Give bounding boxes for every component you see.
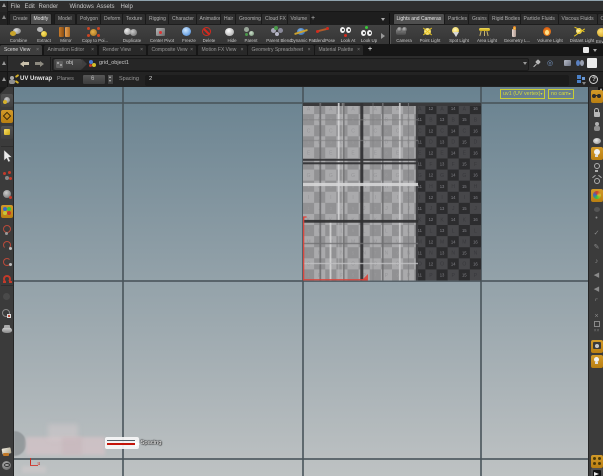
svg-text:12: 12 — [428, 106, 433, 111]
svg-text:G: G — [440, 173, 444, 179]
svg-text:I: I — [374, 195, 375, 201]
svg-text:11: 11 — [417, 117, 422, 122]
svg-text:O: O — [351, 262, 355, 268]
svg-text:16: 16 — [473, 261, 478, 266]
svg-text:C: C — [351, 129, 355, 135]
svg-text:13: 13 — [439, 206, 444, 211]
svg-text:15: 15 — [461, 250, 466, 255]
svg-text:H: H — [451, 184, 455, 190]
svg-text:D: D — [429, 140, 433, 146]
svg-text:15: 15 — [461, 206, 466, 211]
svg-text:16: 16 — [473, 173, 478, 178]
svg-text:14: 14 — [450, 195, 455, 200]
svg-text:G: G — [373, 173, 377, 179]
svg-text:D: D — [473, 140, 477, 146]
svg-text:I: I — [419, 195, 420, 201]
svg-text:14: 14 — [450, 151, 455, 156]
svg-text:15: 15 — [461, 184, 466, 189]
svg-text:I: I — [307, 195, 308, 201]
svg-text:14: 14 — [450, 217, 455, 222]
svg-text:C: C — [417, 129, 421, 135]
svg-text:I: I — [330, 195, 331, 201]
svg-text:L: L — [451, 228, 454, 234]
svg-text:16: 16 — [473, 239, 478, 244]
svg-text:O: O — [306, 262, 310, 268]
svg-text:H: H — [473, 184, 477, 190]
svg-text:N: N — [384, 251, 388, 257]
svg-text:G: G — [328, 173, 332, 179]
svg-text:12: 12 — [428, 128, 433, 133]
svg-text:12: 12 — [428, 173, 433, 178]
svg-text:16: 16 — [473, 151, 478, 156]
svg-text:12: 12 — [428, 151, 433, 156]
svg-text:11: 11 — [417, 139, 422, 144]
svg-text:C: C — [462, 129, 466, 135]
svg-text:I: I — [396, 195, 397, 201]
svg-text:O: O — [462, 262, 466, 268]
svg-text:N: N — [429, 251, 433, 257]
svg-text:O: O — [440, 262, 444, 268]
svg-text:13: 13 — [439, 184, 444, 189]
svg-text:L: L — [429, 228, 432, 234]
svg-text:I: I — [352, 195, 353, 201]
svg-text:N: N — [451, 251, 455, 257]
svg-text:H: H — [429, 184, 433, 190]
svg-text:F: F — [429, 162, 432, 168]
svg-text:16: 16 — [473, 195, 478, 200]
svg-text:G: G — [306, 173, 310, 179]
svg-text:11: 11 — [417, 162, 422, 167]
svg-text:12: 12 — [428, 261, 433, 266]
svg-text:D: D — [451, 140, 455, 146]
svg-text:13: 13 — [439, 117, 444, 122]
svg-text:15: 15 — [461, 162, 466, 167]
svg-text:15: 15 — [461, 117, 466, 122]
svg-text:15: 15 — [461, 139, 466, 144]
svg-text:I: I — [463, 195, 464, 201]
svg-text:12: 12 — [428, 217, 433, 222]
svg-text:O: O — [373, 262, 377, 268]
svg-text:13: 13 — [439, 250, 444, 255]
svg-text:11: 11 — [417, 273, 422, 278]
svg-text:13: 13 — [439, 228, 444, 233]
svg-text:M: M — [373, 239, 377, 245]
svg-text:16: 16 — [473, 128, 478, 133]
svg-text:M: M — [462, 239, 466, 245]
svg-text:13: 13 — [439, 139, 444, 144]
svg-text:L: L — [474, 228, 477, 234]
svg-text:L: L — [385, 228, 388, 234]
svg-text:11: 11 — [417, 228, 422, 233]
svg-text:M: M — [306, 239, 310, 245]
svg-text:C: C — [440, 129, 444, 135]
svg-text:F: F — [451, 162, 454, 168]
svg-text:14: 14 — [450, 239, 455, 244]
svg-text:M: M — [350, 239, 354, 245]
svg-text:O: O — [417, 262, 421, 268]
svg-text:11: 11 — [417, 206, 422, 211]
svg-text:N: N — [473, 251, 477, 257]
svg-text:M: M — [439, 239, 443, 245]
svg-text:I: I — [441, 195, 442, 201]
svg-text:C: C — [373, 129, 377, 135]
svg-text:C: C — [306, 129, 310, 135]
svg-text:G: G — [462, 173, 466, 179]
svg-text:14: 14 — [450, 173, 455, 178]
svg-text:12: 12 — [428, 239, 433, 244]
svg-text:14: 14 — [450, 128, 455, 133]
svg-text:11: 11 — [417, 250, 422, 255]
svg-text:16: 16 — [473, 217, 478, 222]
svg-text:15: 15 — [461, 273, 466, 278]
svg-text:16: 16 — [473, 106, 478, 111]
svg-text:M: M — [417, 239, 421, 245]
svg-text:13: 13 — [439, 162, 444, 167]
svg-text:13: 13 — [439, 273, 444, 278]
svg-text:G: G — [351, 173, 355, 179]
svg-text:11: 11 — [417, 184, 422, 189]
svg-text:14: 14 — [450, 106, 455, 111]
svg-text:15: 15 — [461, 228, 466, 233]
svg-text:C: C — [328, 129, 332, 135]
svg-text:12: 12 — [428, 195, 433, 200]
svg-text:G: G — [417, 173, 421, 179]
svg-text:F: F — [473, 162, 476, 168]
svg-text:14: 14 — [450, 261, 455, 266]
